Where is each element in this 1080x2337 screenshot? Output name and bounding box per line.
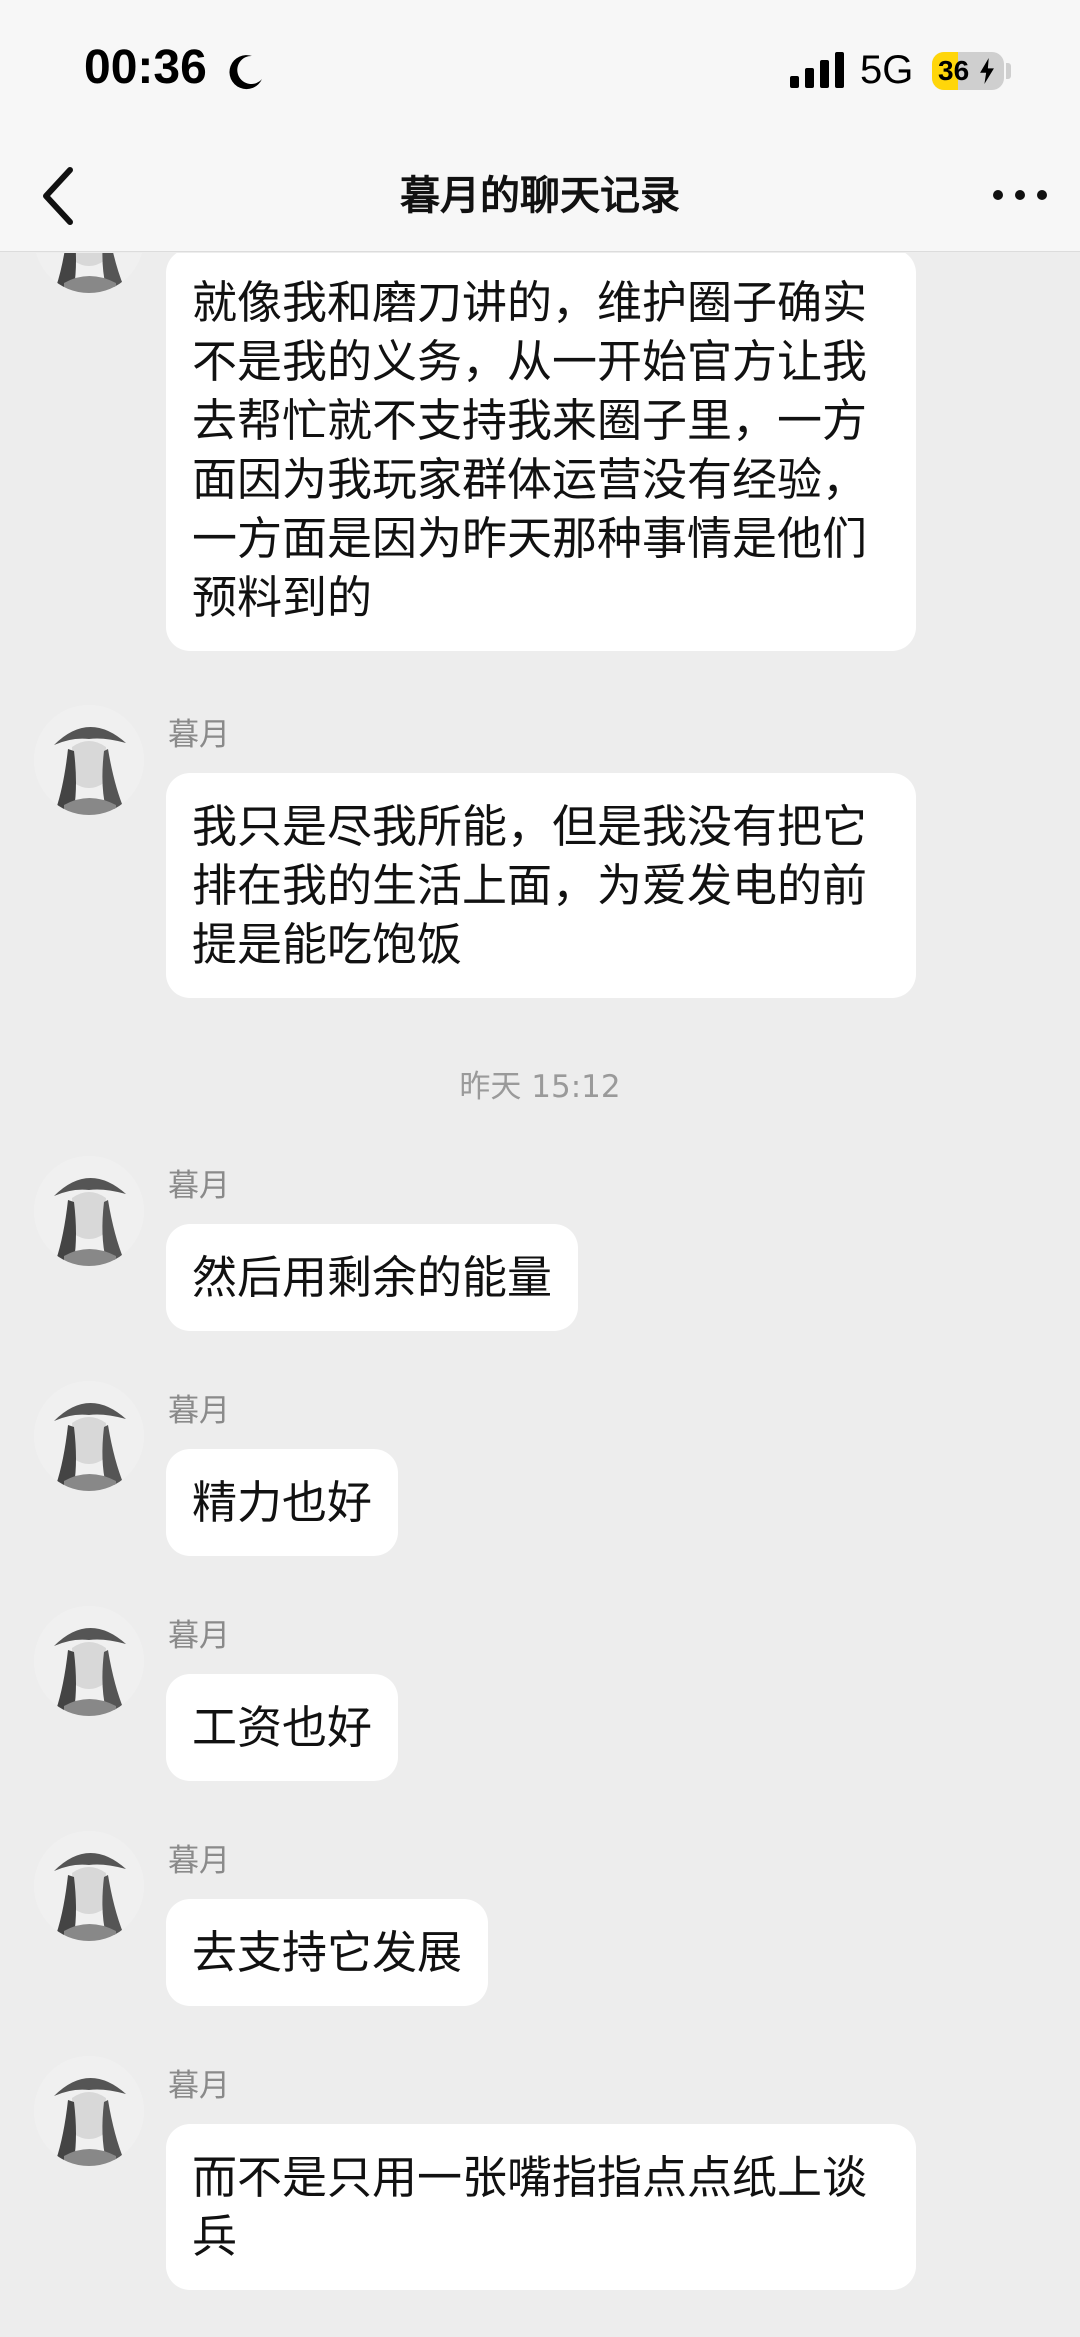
avatar[interactable] [34, 1831, 144, 1941]
battery-icon: 36 [932, 52, 1004, 90]
avatar[interactable] [34, 1381, 144, 1491]
sender-name: 暮月 [168, 1393, 230, 1429]
sender-name: 暮月 [168, 2068, 230, 2104]
avatar-portrait-icon [34, 1381, 144, 1491]
sender-name: 暮月 [168, 1168, 230, 1204]
message-bubble[interactable]: 然后用剩余的能量 [166, 1224, 579, 1331]
avatar[interactable] [34, 2056, 144, 2166]
avatar[interactable] [34, 1156, 144, 1266]
chat-history[interactable]: 就像我和磨刀讲的，维护圈子确实 不是我的义务，从一开始官方让我 去帮忙就不支持我… [0, 253, 1080, 2337]
status-time: 00:36 [84, 41, 207, 94]
message-bubble[interactable]: 就像我和磨刀讲的，维护圈子确实 不是我的义务，从一开始官方让我 去帮忙就不支持我… [166, 253, 916, 651]
moon-icon [229, 55, 262, 90]
battery-cap [1006, 63, 1011, 79]
timestamp: 昨天 15:12 [459, 1069, 621, 1105]
sender-name: 暮月 [168, 717, 230, 753]
message-bubble[interactable]: 工资也好 [166, 1674, 399, 1781]
status-bar: 00:36 5G 36 [0, 0, 1080, 140]
more-dots-icon[interactable] [990, 180, 1050, 210]
sender-name: 暮月 [168, 1843, 230, 1879]
message-bubble[interactable]: 精力也好 [166, 1449, 399, 1556]
avatar-portrait-icon [34, 1831, 144, 1941]
charging-icon [980, 58, 994, 84]
sender-name: 暮月 [168, 1618, 230, 1654]
avatar-portrait-icon [34, 2056, 144, 2166]
avatar-portrait-icon [34, 705, 144, 815]
avatar[interactable] [34, 253, 144, 293]
avatar[interactable] [34, 1606, 144, 1716]
message-bubble[interactable]: 去支持它发展 [166, 1899, 489, 2006]
signal-icon [790, 52, 844, 88]
avatar-portrait-icon [34, 1156, 144, 1266]
nav-bar: 暮月的聊天记录 [0, 140, 1080, 252]
avatar-portrait-icon [34, 253, 144, 293]
avatar[interactable] [34, 705, 144, 815]
avatar-portrait-icon [34, 1606, 144, 1716]
page-title: 暮月的聊天记录 [400, 173, 680, 219]
network-type: 5G [860, 48, 914, 92]
message-bubble[interactable]: 我只是尽我所能，但是我没有把它 排在我的生活上面，为爱发电的前 提是能吃饱饭 [166, 773, 916, 998]
message-bubble[interactable]: 而不是只用一张嘴指指点点纸上谈 兵 [166, 2124, 916, 2290]
